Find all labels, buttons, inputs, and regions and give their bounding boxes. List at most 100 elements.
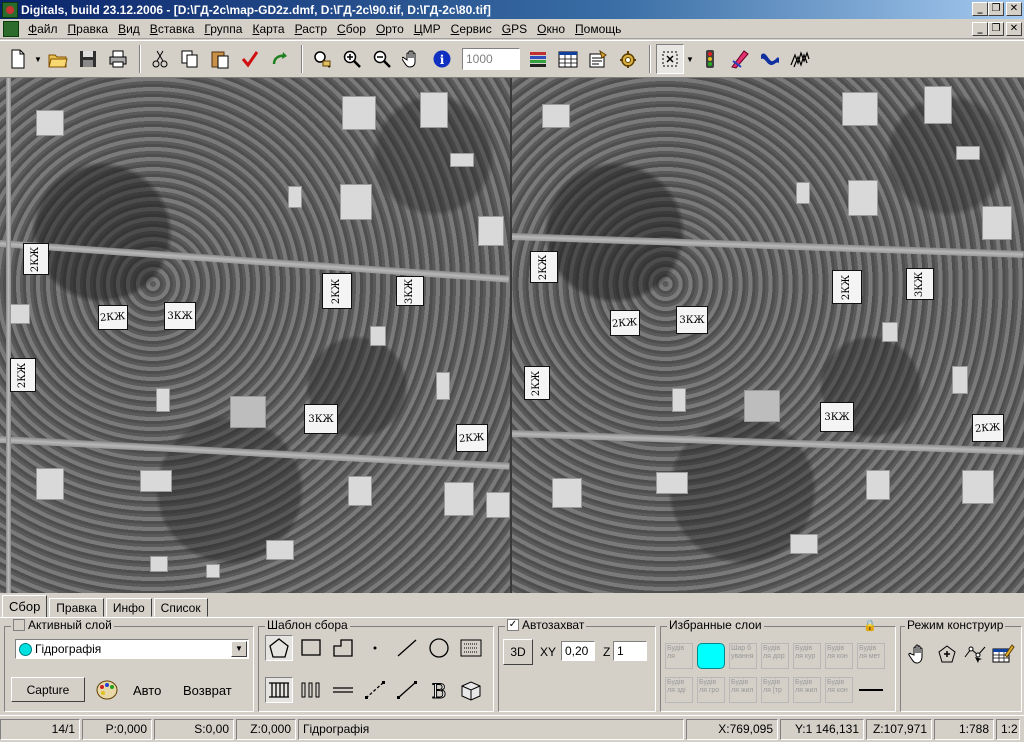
doc-restore-button[interactable]: ❐	[988, 22, 1004, 36]
edit-node-icon[interactable]	[961, 641, 989, 667]
circle-template-icon[interactable]	[425, 635, 453, 661]
settings-icon[interactable]	[614, 44, 642, 74]
right-image-pane[interactable]: 2КЖ 2КЖ 3КЖ 2КЖ 3КЖ 2КЖ 3КЖ 2КЖ	[512, 78, 1024, 593]
tab-collect[interactable]: Сбор	[2, 595, 48, 617]
print-icon[interactable]	[104, 44, 132, 74]
stereo-imagery-view[interactable]: 2КЖ 2КЖ 3КЖ 2КЖ 3КЖ 2КЖ 3КЖ 2КЖ 2КЖ 2КЖ …	[0, 78, 1024, 593]
edit-table-icon[interactable]	[989, 641, 1017, 667]
feature-label[interactable]: 2КЖ	[98, 305, 128, 330]
favorite-layer[interactable]: Будів ля [тр	[761, 677, 789, 703]
feature-label[interactable]: 3КЖ	[676, 306, 708, 334]
traffic-light-icon[interactable]	[696, 44, 724, 74]
favorite-layer[interactable]: Будів ля жил	[793, 677, 821, 703]
select-tool-icon[interactable]	[656, 44, 684, 74]
menu-help[interactable]: Помощь	[570, 20, 626, 38]
favorite-layer[interactable]: Будів ля дор	[761, 643, 789, 669]
rectangle-template-icon[interactable]	[297, 635, 325, 661]
menu-map[interactable]: Карта	[247, 20, 289, 38]
feature-label[interactable]: 2КЖ	[530, 251, 558, 283]
menu-service[interactable]: Сервис	[446, 20, 497, 38]
menu-file[interactable]: Файл	[23, 20, 63, 38]
select-dropdown-chevron-icon[interactable]: ▼	[686, 44, 694, 74]
dash-template-icon[interactable]	[329, 677, 357, 703]
feature-label[interactable]: 2КЖ	[456, 424, 488, 452]
menu-view[interactable]: Вид	[113, 20, 145, 38]
cube-icon[interactable]	[457, 677, 485, 703]
left-image-pane[interactable]: 2КЖ 2КЖ 3КЖ 2КЖ 3КЖ 2КЖ 3КЖ 2КЖ	[0, 78, 510, 593]
point-template-icon[interactable]	[361, 635, 389, 661]
table-icon[interactable]	[554, 44, 582, 74]
close-button[interactable]: ✕	[1006, 2, 1022, 16]
favorite-layer[interactable]: Будів ля гро	[697, 677, 725, 703]
feature-label[interactable]: 2КЖ	[832, 270, 862, 304]
feature-label[interactable]: 3КЖ	[906, 268, 934, 300]
doc-minimize-button[interactable]: _	[972, 22, 988, 36]
scale-input[interactable]	[462, 48, 520, 70]
feature-label[interactable]: 3КЖ	[820, 402, 854, 432]
copy-icon[interactable]	[176, 44, 204, 74]
triple-bar-icon[interactable]	[297, 677, 325, 703]
feature-label[interactable]: 3КЖ	[396, 276, 424, 306]
favorite-layer[interactable]: Будів ля мет	[857, 643, 885, 669]
restore-button[interactable]: ❐	[988, 2, 1004, 16]
new-dropdown-chevron-icon[interactable]: ▼	[34, 44, 42, 74]
list-template-icon[interactable]	[457, 635, 485, 661]
active-layer-toggle[interactable]	[13, 619, 25, 631]
redo-icon[interactable]	[266, 44, 294, 74]
menu-group[interactable]: Группа	[199, 20, 247, 38]
doc-close-button[interactable]: ✕	[1006, 22, 1022, 36]
document-icon[interactable]	[3, 20, 19, 37]
check-icon[interactable]	[236, 44, 264, 74]
zoom-region-icon[interactable]	[308, 44, 336, 74]
new-document-icon[interactable]	[4, 44, 32, 74]
hand-cursor-icon[interactable]	[905, 641, 933, 667]
xy-tolerance-input[interactable]: 0,20	[561, 641, 595, 661]
favorite-layer[interactable]: Будів ля кон	[825, 677, 853, 703]
feature-label[interactable]: 2КЖ	[972, 414, 1004, 442]
line-template-icon[interactable]	[393, 635, 421, 661]
tab-edit[interactable]: Правка	[49, 598, 104, 617]
active-layer-select[interactable]: Гідрографія ▼	[15, 639, 249, 659]
return-button[interactable]: Возврат	[183, 683, 232, 698]
feature-label[interactable]: 3КЖ	[164, 302, 196, 330]
autocapture-checkbox[interactable]: ✓	[507, 619, 519, 631]
chevron-down-icon[interactable]: ▼	[231, 641, 247, 657]
stepped-polygon-icon[interactable]	[329, 635, 357, 661]
zoom-in-icon[interactable]	[338, 44, 366, 74]
menu-gps[interactable]: GPS	[497, 20, 532, 38]
arrow-line-icon[interactable]	[393, 677, 421, 703]
favorite-layer[interactable]: Будів ля кон	[825, 643, 853, 669]
menu-dem[interactable]: ЦМР	[409, 20, 446, 38]
favorite-layer[interactable]: Будів ля зді	[665, 677, 693, 703]
add-vertex-icon[interactable]	[933, 641, 961, 667]
menu-ortho[interactable]: Орто	[371, 20, 409, 38]
curve-icon[interactable]	[756, 44, 784, 74]
favorite-layer[interactable]: Будів ля кур	[793, 643, 821, 669]
menu-edit[interactable]: Правка	[63, 20, 114, 38]
favorite-layer[interactable]: Будів ля жил	[729, 677, 757, 703]
bold-b-icon[interactable]: B	[425, 677, 453, 703]
dashed-line-icon[interactable]	[361, 677, 389, 703]
brush-icon[interactable]	[726, 44, 754, 74]
properties-icon[interactable]	[584, 44, 612, 74]
menu-insert[interactable]: Вставка	[145, 20, 200, 38]
polygon-template-icon[interactable]	[265, 635, 293, 661]
menu-collect[interactable]: Сбор	[332, 20, 371, 38]
feature-label[interactable]: 3КЖ	[304, 404, 338, 434]
auto-button[interactable]: Авто	[133, 683, 161, 698]
fence-template-icon[interactable]	[265, 677, 293, 703]
save-icon[interactable]	[74, 44, 102, 74]
feature-label[interactable]: 2КЖ	[23, 243, 49, 275]
favorite-layer[interactable]: Будів ля	[665, 643, 693, 669]
layers-icon[interactable]	[524, 44, 552, 74]
tab-info[interactable]: Инфо	[105, 598, 152, 617]
paste-icon[interactable]	[206, 44, 234, 74]
line-layer-sample[interactable]	[859, 689, 883, 691]
feature-label[interactable]: 2КЖ	[524, 366, 550, 400]
feature-label[interactable]: 2КЖ	[322, 273, 352, 309]
mode-3d-button[interactable]: 3D	[503, 639, 533, 665]
favorite-layer-selected[interactable]	[697, 643, 725, 669]
feature-label[interactable]: 2КЖ	[610, 310, 640, 336]
snap-icon[interactable]	[786, 44, 814, 74]
favorite-layer[interactable]: Шар б ування	[729, 643, 757, 669]
